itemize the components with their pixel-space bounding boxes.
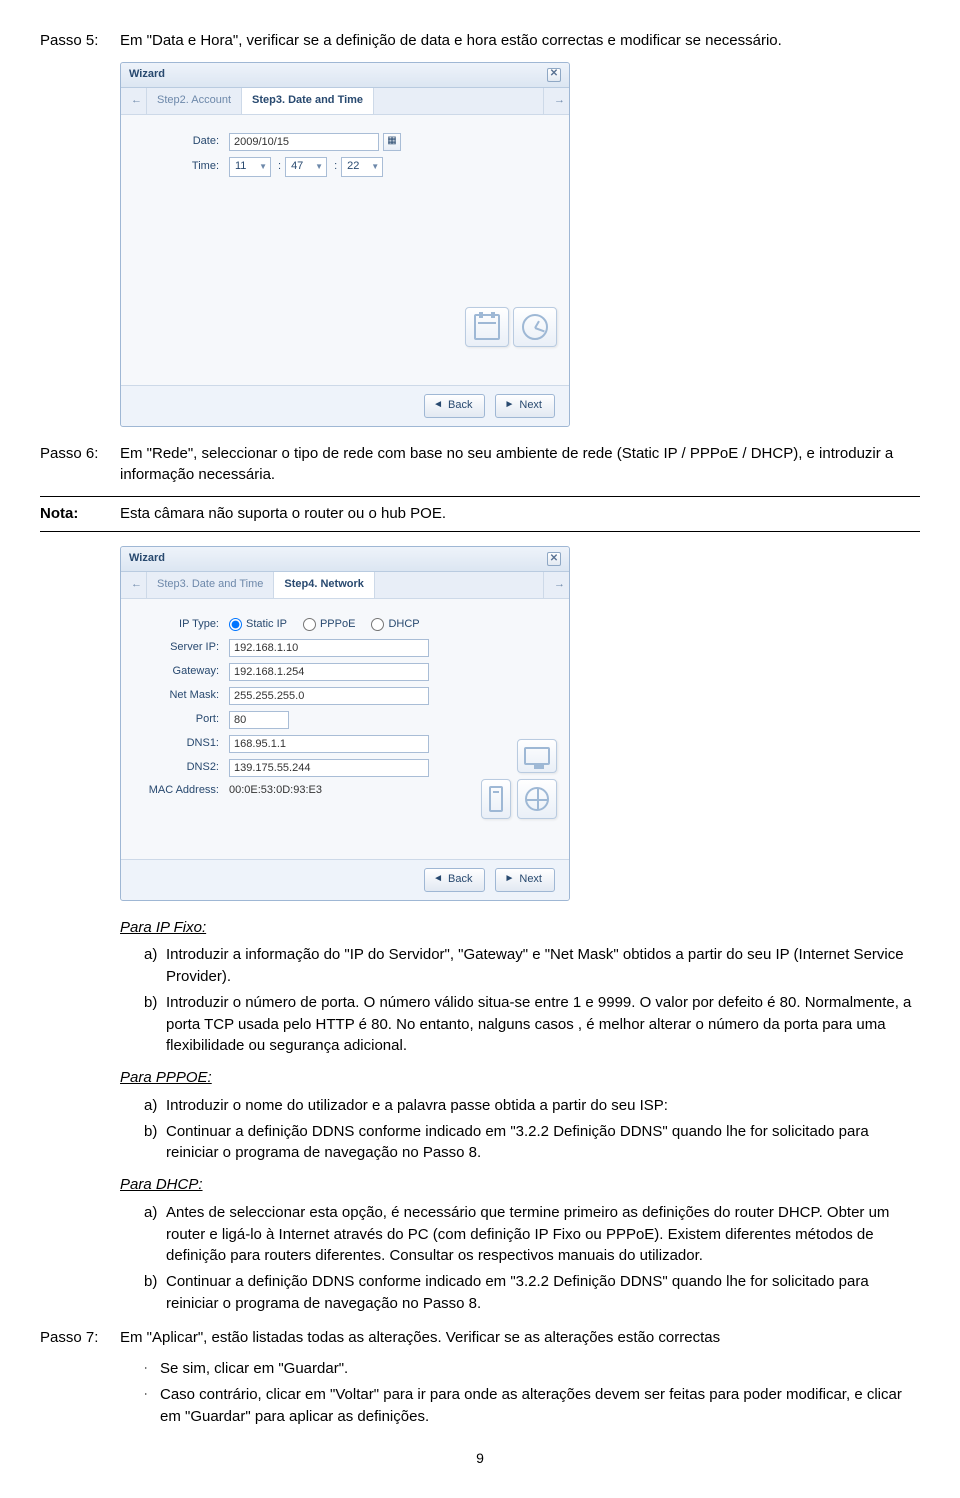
pppoe-a: Introduzir o nome do utilizador e a pala… <box>166 1095 920 1117</box>
dns1-label: DNS1: <box>139 736 229 752</box>
dns2-label: DNS2: <box>139 760 229 776</box>
back-button[interactable]: ◄ Back <box>424 394 485 418</box>
close-icon[interactable]: ✕ <box>547 552 561 566</box>
dns2-input[interactable] <box>229 759 429 777</box>
port-label: Port: <box>139 712 229 728</box>
dhcp-heading: Para DHCP: <box>120 1174 920 1196</box>
list-marker: b) <box>144 992 166 1057</box>
netmask-label: Net Mask: <box>139 688 229 704</box>
step7-text: Em "Aplicar", estão listadas todas as al… <box>120 1327 920 1349</box>
globe-art-icon <box>517 779 557 819</box>
ipfixo-b: Introduzir o número de porta. O número v… <box>166 992 920 1057</box>
tower-art-icon <box>481 779 511 819</box>
dns1-input[interactable] <box>229 735 429 753</box>
tab-step2[interactable]: Step2. Account <box>147 88 242 114</box>
list-marker: a) <box>144 944 166 988</box>
wizard-network: Wizard ✕ ← Step3. Date and Time Step4. N… <box>120 546 570 901</box>
ipfixo-a: Introduzir a informação do "IP do Servid… <box>166 944 920 988</box>
calendar-art-icon <box>465 307 509 347</box>
wizard1-title: Wizard <box>129 67 165 83</box>
chevron-down-icon: ▼ <box>259 161 267 173</box>
calendar-icon[interactable]: ▦ <box>383 133 401 151</box>
next-button[interactable]: ► Next <box>495 868 555 892</box>
arrow-right-icon: ► <box>504 398 514 413</box>
radio-dhcp-lbl: DHCP <box>388 617 419 633</box>
tab-next-arrow-icon[interactable]: → <box>543 88 569 114</box>
clock-art-icon <box>513 307 557 347</box>
arrow-left-icon: ◄ <box>433 398 443 413</box>
step6-text: Em "Rede", seleccionar o tipo de rede co… <box>120 443 920 487</box>
serverip-input[interactable] <box>229 639 429 657</box>
mac-value: 00:0E:53:0D:93:E3 <box>229 783 322 799</box>
netmask-input[interactable] <box>229 687 429 705</box>
back-button-label: Back <box>448 872 472 888</box>
date-input[interactable] <box>229 133 379 151</box>
back-button[interactable]: ◄ Back <box>424 868 485 892</box>
time-min-value: 47 <box>291 159 303 175</box>
radio-pppoe-input[interactable] <box>303 618 316 631</box>
chevron-down-icon: ▼ <box>371 161 379 173</box>
nota-label: Nota: <box>40 503 120 525</box>
monitor-art-icon <box>517 739 557 773</box>
wizard-date-time: Wizard ✕ ← Step2. Account Step3. Date an… <box>120 62 570 427</box>
time-sec-value: 22 <box>347 159 359 175</box>
time-sep2: : <box>330 159 341 175</box>
port-input[interactable] <box>229 711 289 729</box>
list-marker: b) <box>144 1271 166 1315</box>
next-button[interactable]: ► Next <box>495 394 555 418</box>
dhcp-b: Continuar a definição DDNS conforme indi… <box>166 1271 920 1315</box>
gateway-input[interactable] <box>229 663 429 681</box>
pppoe-heading: Para PPPOE: <box>120 1067 920 1089</box>
arrow-left-icon: ◄ <box>433 872 443 887</box>
ipfixo-heading: Para IP Fixo: <box>120 917 920 939</box>
pppoe-b: Continuar a definição DDNS conforme indi… <box>166 1121 920 1165</box>
page-number: 9 <box>40 1448 920 1468</box>
dhcp-a: Antes de seleccionar esta opção, é neces… <box>166 1202 920 1267</box>
bullet-icon: ‧ <box>144 1358 160 1380</box>
time-sec-select[interactable]: 22 ▼ <box>341 157 383 177</box>
radio-dhcp-input[interactable] <box>371 618 384 631</box>
time-hour-value: 11 <box>235 159 246 175</box>
gateway-label: Gateway: <box>139 664 229 680</box>
passo7-b1: Se sim, clicar em "Guardar". <box>160 1358 920 1380</box>
step5-text: Em "Data e Hora", verificar se a definiç… <box>120 30 920 52</box>
tab-step4[interactable]: Step4. Network <box>274 572 374 598</box>
radio-pppoe-lbl: PPPoE <box>320 617 355 633</box>
wizard2-title: Wizard <box>129 551 165 567</box>
list-marker: a) <box>144 1202 166 1267</box>
radio-dhcp[interactable]: DHCP <box>371 617 419 633</box>
time-hour-select[interactable]: 11 ▼ <box>229 157 271 177</box>
list-marker: b) <box>144 1121 166 1165</box>
tab-step3[interactable]: Step3. Date and Time <box>242 88 374 114</box>
date-label: Date: <box>139 134 229 150</box>
tab-prev-arrow-icon[interactable]: ← <box>121 572 147 598</box>
nota-text: Esta câmara não suporta o router ou o hu… <box>120 503 446 525</box>
list-marker: a) <box>144 1095 166 1117</box>
iptype-label: IP Type: <box>139 617 229 633</box>
tab-step3b[interactable]: Step3. Date and Time <box>147 572 274 598</box>
radio-static-input[interactable] <box>229 618 242 631</box>
time-sep1: : <box>274 159 285 175</box>
serverip-label: Server IP: <box>139 640 229 656</box>
radio-static-lbl: Static IP <box>246 617 287 633</box>
close-icon[interactable]: ✕ <box>547 68 561 82</box>
next-button-label: Next <box>519 398 542 414</box>
next-button-label: Next <box>519 872 542 888</box>
bullet-icon: ‧ <box>144 1384 160 1428</box>
back-button-label: Back <box>448 398 472 414</box>
step7-label: Passo 7: <box>40 1327 120 1349</box>
radio-static[interactable]: Static IP <box>229 617 287 633</box>
chevron-down-icon: ▼ <box>315 161 323 173</box>
time-min-select[interactable]: 47 ▼ <box>285 157 327 177</box>
passo7-b2: Caso contrário, clicar em "Voltar" para … <box>160 1384 920 1428</box>
radio-pppoe[interactable]: PPPoE <box>303 617 355 633</box>
step5-label: Passo 5: <box>40 30 120 52</box>
step6-label: Passo 6: <box>40 443 120 487</box>
mac-label: MAC Address: <box>139 783 229 799</box>
arrow-right-icon: ► <box>504 872 514 887</box>
tab-prev-arrow-icon[interactable]: ← <box>121 88 147 114</box>
tab-next-arrow-icon[interactable]: → <box>543 572 569 598</box>
time-label: Time: <box>139 159 229 175</box>
